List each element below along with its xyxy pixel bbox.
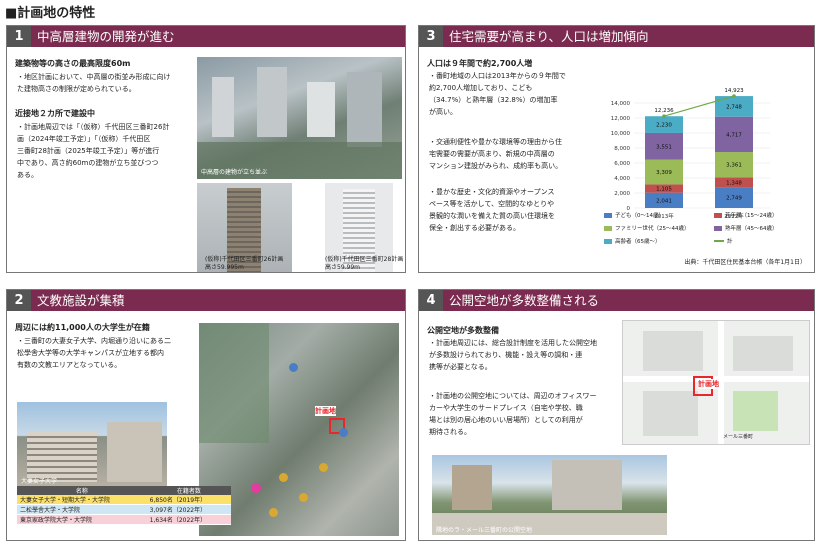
image-caption: (仮称)千代田区三番町26計画 高さ59.995m [205,256,284,271]
section-header: 2 文教施設が集積 [7,290,405,311]
source-note: 出典：千代田区住民基本台帳（各年1月1日） [684,259,806,266]
heading: 建築物等の高さの最高限度60m [15,59,131,68]
section-title: 公開空地が多数整備される [449,293,600,308]
data-label: 4,717 [726,132,742,138]
heading: 人口は９年間で約2,700人増 [427,59,533,68]
aerial-photo: 中高層の建物が立ち並ぶ [197,57,402,179]
section-2-panel: 2 文教施設が集積 周辺には約11,000人の大学生が在籍 ・三番町の大妻女子大… [6,289,406,541]
section-3-panel: 3 住宅需要が高まり、人口は増加傾向 人口は９年間で約2,700人増 ・番町地域… [418,25,815,273]
total-label: 14,923 [724,88,744,94]
section-number: 2 [7,290,31,311]
body-text: ・計画地周辺には、総合設計制度を活用した公開空地 が多数設けられており、機能・設え… [429,339,597,371]
site-label: 計画地 [315,406,336,416]
table-row: 大妻女子大学・短期大学・大学院 6,850名（2019年） [17,495,231,505]
section-title: 中高層建物の開発が進む [37,29,175,44]
y-tick-label: 8,000 [614,146,630,152]
image-caption: (仮称)千代田区三番町28計画 高さ59.99m [325,256,404,271]
section-number: 1 [7,26,31,47]
section-number: 3 [419,26,443,47]
legend-item: ファミリー世代（25〜44歳） [604,224,690,232]
site-map: 計画地 メール三番町 [622,320,810,445]
data-label: 3,361 [726,163,742,169]
map-tag: メール三番町 [723,434,754,440]
legend-item: 高齢者（65歳〜） [604,237,661,245]
data-label: 2,041 [656,198,672,204]
page-title: ■計画地の特性 [5,6,96,21]
open-space-photo: 隣地のラ・メール三番町の公開空地 [432,455,667,535]
body-text: ・三番町の大妻女子大学、内堀通り沿いにある二 松學舎大学等の大学キャンパスが立地す… [17,337,171,369]
body-text: ・豊かな歴史・文化的資源やオープンス ペース等を活かして、空間的なゆとりや 景観的な… [429,188,555,232]
data-label: 3,309 [656,170,672,176]
y-tick-label: 10,000 [611,131,631,137]
heading: 周辺には約11,000人の大学生が在籍 [15,323,150,332]
section-header: 3 住宅需要が高まり、人口は増加傾向 [419,26,814,47]
table-row: 東京家政学院大学・大学院 1,634名（2022年） [17,514,231,525]
section-number: 4 [419,290,443,311]
y-tick-label: 6,000 [614,161,630,167]
heading: 近接地２カ所で建設中 [15,109,95,118]
body-text: ・計画地の公開空地については、周辺のオフィスワー カーや大学生のサードプレイス（自… [429,392,597,436]
data-label: 2,748 [726,104,742,110]
data-label: 1,105 [656,187,672,193]
y-tick-label: 14,000 [611,101,631,107]
legend-item: 子ども（0〜14歳） [604,211,664,219]
legend-item: 計 [714,237,733,245]
data-label: 2,749 [726,196,742,202]
campus-photo: 大妻女子大学 [17,402,167,486]
section-title: 住宅需要が高まり、人口は増加傾向 [449,29,649,44]
y-tick-label: 4,000 [614,176,630,182]
section-header: 4 公開空地が多数整備される [419,290,814,311]
photo-caption: 大妻女子大学 [21,478,58,485]
total-point [662,114,666,119]
body-text: ・交通利便性や豊かな環境等の理由から住 宅需要の需要が高まり、新規の中高層の マンシ… [429,138,563,170]
section-header: 1 中高層建物の開発が進む [7,26,405,47]
total-point [732,94,736,98]
heading: 公開空地が多数整備 [427,326,499,335]
section-title: 文教施設が集積 [37,293,125,308]
table-row: 二松學舎大学・大学院 3,097名（2022年） [17,504,231,515]
data-label: 2,230 [656,123,672,129]
student-table: 名称 在籍者数 大妻女子大学・短期大学・大学院 6,850名（2019年） 二松學舎… [17,486,231,525]
body-text: ・番町地域の人口は2013年からの９年間で 約2,700人増加しており、こども （3… [429,72,566,116]
legend-item: 若年層（15〜24歳） [714,211,778,219]
photo-caption: 中高層の建物が立ち並ぶ [201,169,268,176]
y-tick-label: 2,000 [614,191,630,197]
photo-caption: 隣地のラ・メール三番町の公開空地 [436,527,533,534]
total-label: 12,236 [654,108,674,114]
site-label: 計画地 [698,379,719,389]
body-text: ・計画地周辺では「（仮称）千代田区三番町26計 画（2024年竣工予定）」「（仮称… [17,123,170,179]
data-label: 3,551 [656,144,672,150]
data-label: 1,348 [726,180,742,186]
section-4-panel: 4 公開空地が多数整備される 公開空地が多数整備 ・計画地周辺には、総合設計制度… [418,289,815,541]
body-text: ・地区計画において、中高層の街並み形成に向け た建物高さの制限が定められている。 [17,73,171,93]
section-1-panel: 1 中高層建物の開発が進む 建築物等の高さの最高限度60m ・地区計画において、… [6,25,406,273]
legend-item: 熟年層（45〜64歳） [714,224,778,232]
y-tick-label: 12,000 [611,116,631,122]
